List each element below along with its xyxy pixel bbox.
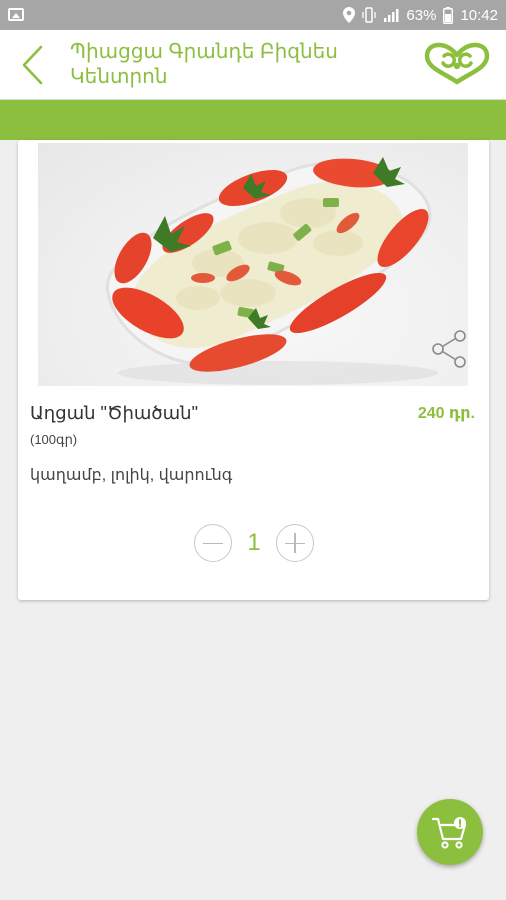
share-button[interactable] xyxy=(429,328,471,370)
status-bar: 63% 10:42 xyxy=(0,0,506,30)
product-name: Աղցան "Ծիածան" xyxy=(30,403,198,423)
image-icon xyxy=(8,8,24,21)
cart-button[interactable] xyxy=(417,799,483,865)
status-bar-right: 63% 10:42 xyxy=(343,5,498,25)
location-icon xyxy=(343,7,356,23)
brand-logo xyxy=(424,42,490,85)
app-bar: Պիացցա Գրանդե Բիզնես Կենտրոն xyxy=(0,30,506,100)
back-button[interactable] xyxy=(12,43,52,87)
plus-icon-vertical xyxy=(294,533,296,553)
product-weight: (100գր) xyxy=(30,432,78,447)
clock: 10:42 xyxy=(460,6,498,24)
signal-icon xyxy=(384,9,399,22)
quantity-value: 1 xyxy=(247,529,261,556)
quantity-stepper: 1 xyxy=(194,524,314,562)
product-price: 240 դր. xyxy=(417,405,475,422)
salad-illustration xyxy=(105,157,438,385)
product-card: Աղցան "Ծիածան" 240 դր. (100գր) կաղամբ, լ… xyxy=(18,140,489,600)
decrease-quantity-button[interactable] xyxy=(194,524,232,562)
minus-icon xyxy=(203,542,223,544)
product-ingredients: կաղամբ, լոլիկ, վարունգ xyxy=(30,467,233,484)
vibrate-icon xyxy=(362,7,377,23)
battery-icon xyxy=(443,6,454,24)
increase-quantity-button[interactable] xyxy=(276,524,314,562)
header-band xyxy=(0,100,506,140)
chevron-left-icon xyxy=(22,45,43,85)
cart-icon xyxy=(431,817,467,849)
salad-photo xyxy=(38,143,468,386)
share-icon xyxy=(432,330,466,368)
battery-percent: 63% xyxy=(406,6,437,24)
page-title: Պիացցա Գրանդե Բիզնես Կենտրոն xyxy=(70,41,338,88)
